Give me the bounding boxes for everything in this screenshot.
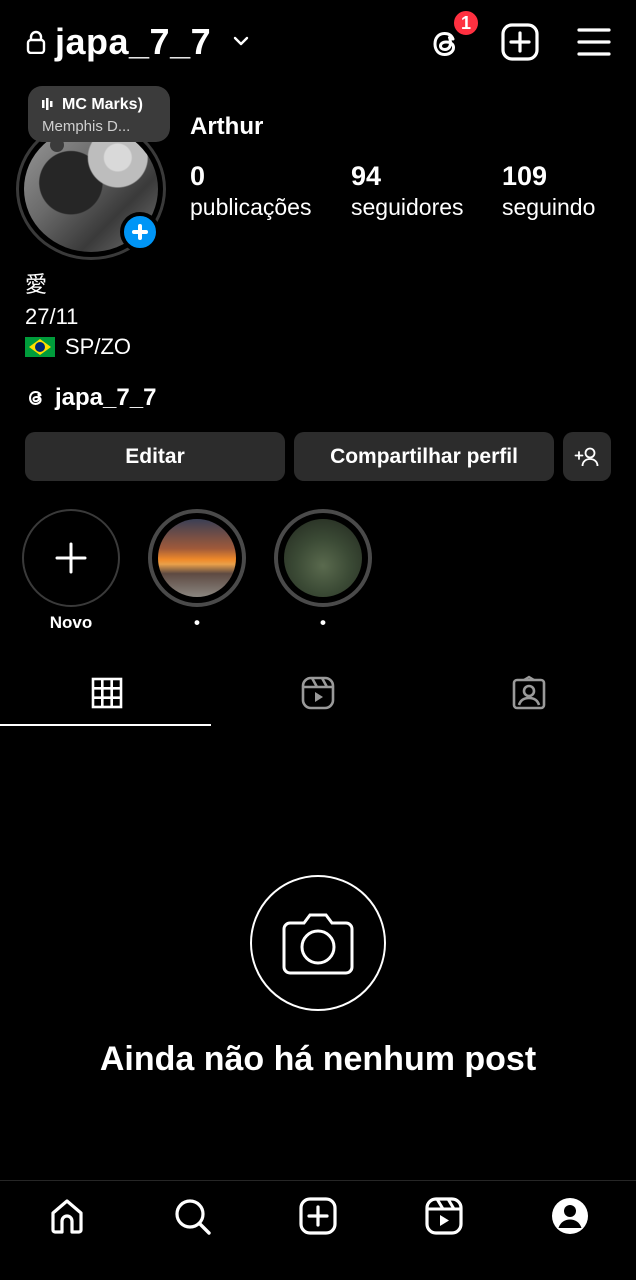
bio-location: SP/ZO	[65, 334, 132, 359]
nav-home[interactable]	[47, 1196, 87, 1236]
chevron-down-icon[interactable]	[232, 32, 250, 50]
share-profile-button[interactable]: Compartilhar perfil	[294, 432, 554, 481]
nav-create[interactable]	[298, 1196, 338, 1236]
profile-username[interactable]: japa_7_7	[55, 20, 211, 64]
stat-label: seguindo	[502, 194, 596, 220]
active-tab-indicator	[0, 724, 211, 726]
nav-search[interactable]	[172, 1196, 212, 1236]
reels-icon	[301, 676, 335, 710]
highlight-label: •	[194, 613, 200, 632]
menu-icon[interactable]	[575, 24, 613, 60]
stat-label: publicações	[190, 194, 312, 220]
notification-badge: 1	[452, 9, 480, 37]
add-post-icon	[299, 1197, 337, 1235]
music-title: MC Marks)	[62, 96, 143, 113]
search-icon	[175, 1199, 211, 1235]
nav-reels[interactable]	[424, 1196, 464, 1236]
bio-line: SP/ZO	[25, 332, 131, 362]
highlight-cover-sunset	[158, 519, 236, 597]
empty-state-message: Ainda não há nenhum post	[99, 1040, 537, 1078]
bio-line: 27/11	[25, 304, 79, 329]
add-story-icon[interactable]	[120, 212, 160, 252]
home-icon	[51, 1199, 83, 1234]
reels-icon	[425, 1197, 463, 1235]
highlight-label: •	[320, 613, 326, 632]
grid-icon	[91, 677, 123, 709]
display-name: Arthur	[190, 113, 264, 140]
highlight-label: Novo	[49, 613, 93, 632]
add-person-icon	[574, 447, 599, 466]
tab-reels[interactable]	[300, 675, 336, 711]
camera-icon	[282, 913, 354, 975]
tab-tagged[interactable]	[511, 675, 547, 711]
tab-posts-grid[interactable]	[89, 675, 125, 711]
threads-handle: japa_7_7	[55, 384, 157, 411]
highlight-item[interactable]	[148, 509, 246, 607]
highlight-cover-trees	[284, 519, 362, 597]
stat-following[interactable]: 109 seguindo	[502, 160, 595, 222]
music-note-bubble[interactable]: MC Marks) Memphis D...	[28, 86, 170, 152]
edit-profile-button[interactable]: Editar	[25, 432, 285, 481]
lock-icon	[26, 30, 46, 55]
brazil-flag-icon	[25, 337, 55, 357]
empty-state-camera	[250, 875, 386, 1011]
highlight-item[interactable]	[274, 509, 372, 607]
plus-icon	[55, 542, 87, 574]
stat-followers[interactable]: 94 seguidores	[351, 160, 464, 222]
new-post-icon[interactable]	[500, 22, 540, 62]
threads-icon	[29, 391, 42, 405]
music-equalizer-icon	[42, 98, 53, 110]
profile-avatar-icon	[552, 1198, 588, 1234]
nav-profile[interactable]	[550, 1196, 590, 1236]
stat-value: 109	[502, 161, 548, 191]
bio-line: 愛	[25, 272, 48, 297]
new-highlight-button[interactable]	[22, 509, 120, 607]
stat-label: seguidores	[351, 194, 464, 220]
tagged-person-icon	[512, 675, 546, 710]
stat-value: 0	[190, 161, 206, 191]
stat-posts[interactable]: 0 publicações	[190, 160, 311, 222]
music-artist: Memphis D...	[42, 118, 131, 135]
threads-profile-link[interactable]: japa_7_7	[25, 382, 156, 414]
discover-people-button[interactable]	[563, 432, 611, 481]
stat-value: 94	[351, 161, 382, 191]
